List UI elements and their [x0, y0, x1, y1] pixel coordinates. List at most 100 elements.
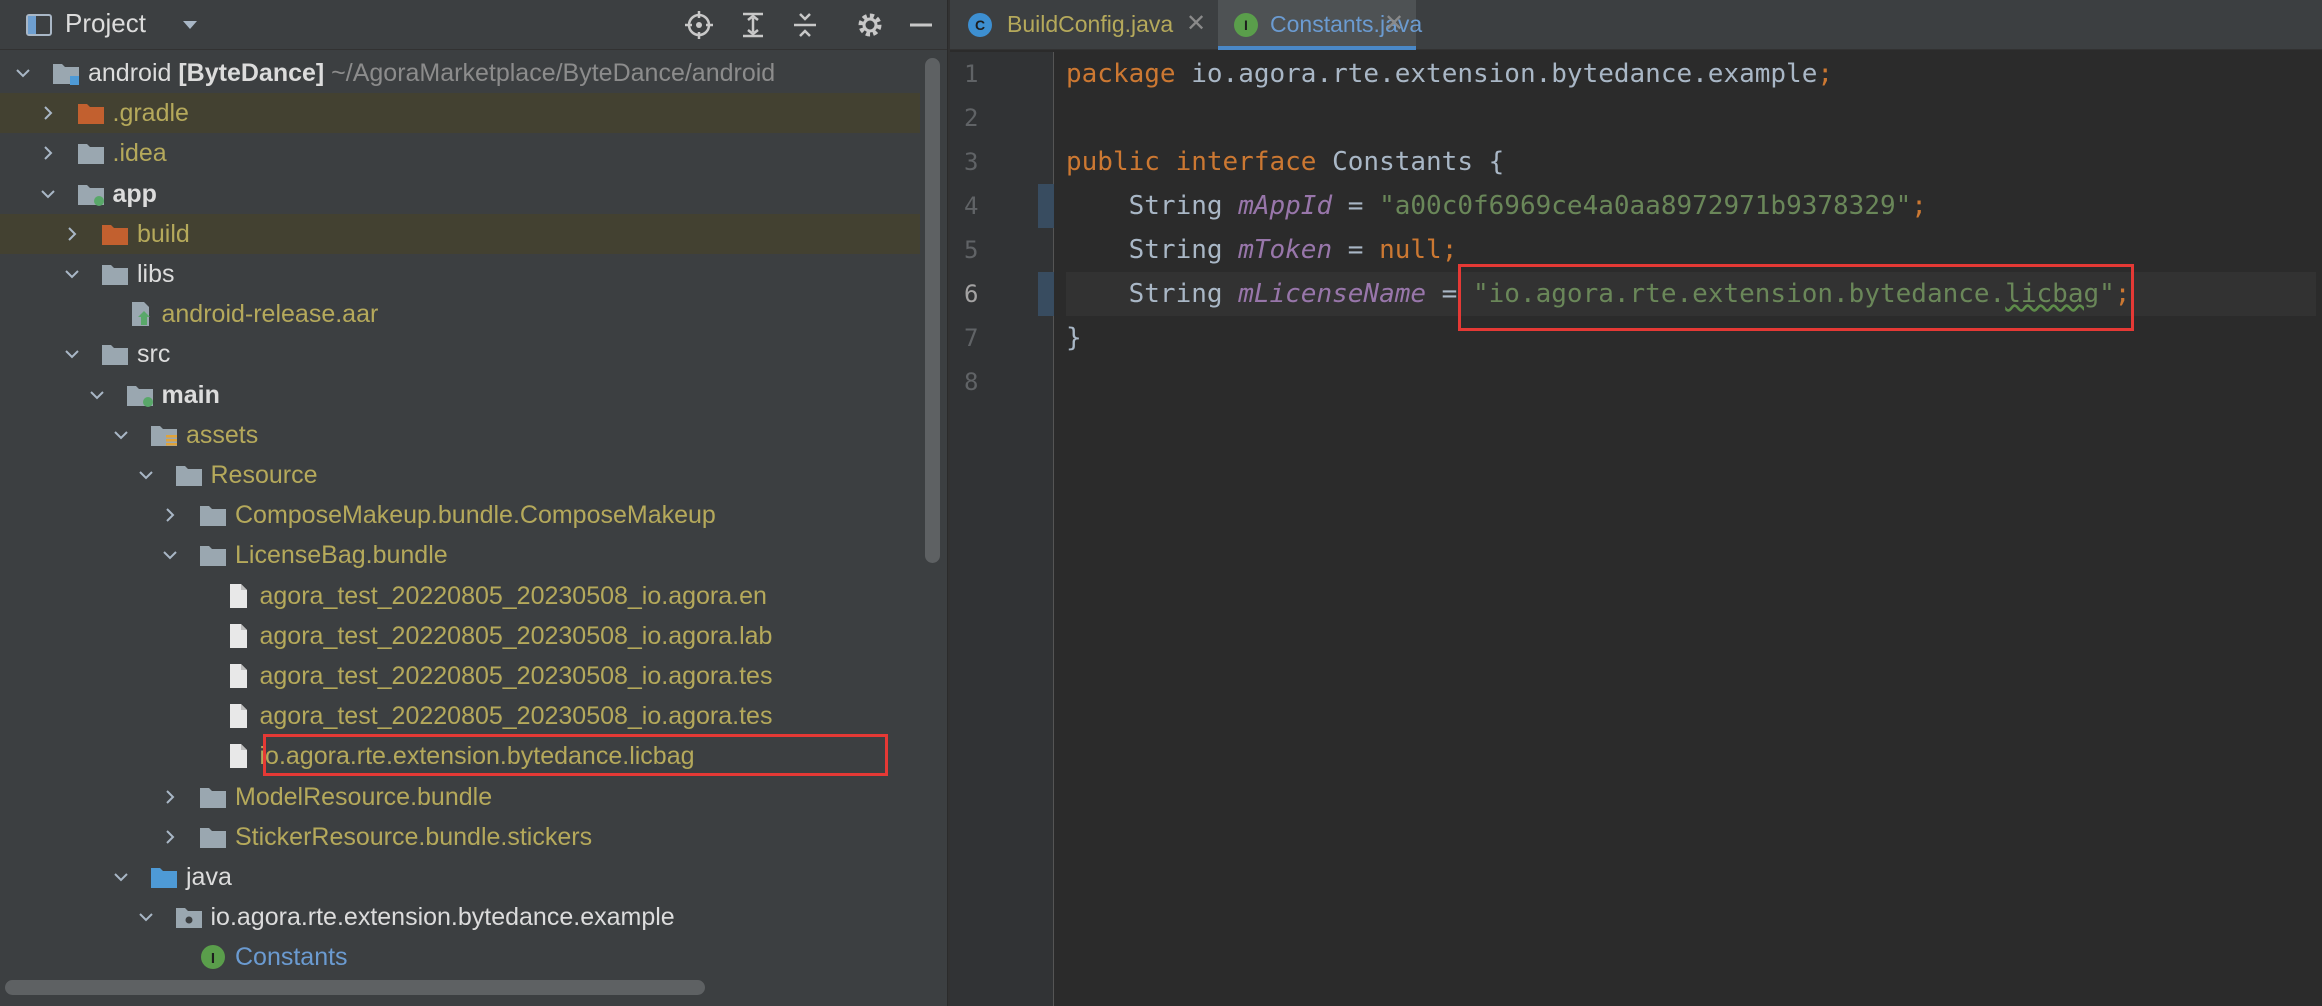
folder-icon: [200, 506, 226, 527]
code-token: null: [1379, 235, 1442, 265]
code-line: String mToken = null;: [1066, 228, 2316, 272]
tree-row[interactable]: src: [0, 334, 920, 374]
code-token: =: [1332, 235, 1380, 265]
file-icon: [229, 583, 247, 608]
chevron-down-icon[interactable]: [89, 387, 105, 403]
tree-row[interactable]: app: [0, 174, 920, 214]
tree-item-label: src: [137, 340, 171, 369]
chevron-right-icon[interactable]: [162, 507, 178, 523]
minimize-icon[interactable]: [906, 10, 936, 40]
svg-text:I: I: [1244, 17, 1248, 33]
excluded-folder-icon: [77, 104, 104, 125]
chevron-right-icon[interactable]: [40, 105, 56, 121]
tree-row[interactable]: ComposeMakeup.bundle.ComposeMakeup: [0, 495, 920, 535]
tree-row[interactable]: agora_test_20220805_20230508_io.agora.te…: [0, 656, 920, 696]
tree-row[interactable]: android [ByteDance] ~/AgoraMarketplace/B…: [0, 53, 920, 93]
chevron-down-icon[interactable]: [64, 346, 80, 362]
module-tag: [ByteDance]: [171, 59, 325, 87]
project-panel-icon[interactable]: [24, 10, 54, 40]
tree-item-label: agora_test_20220805_20230508_io.agora.te…: [259, 662, 773, 690]
folder-icon: [200, 546, 226, 567]
code-token: String: [1066, 191, 1239, 221]
collapse-all-icon[interactable]: [790, 10, 820, 40]
chevron-right-icon[interactable]: [162, 829, 178, 845]
tree-item-label: StickerResource.bundle.stickers: [235, 822, 593, 851]
code-token: mAppId: [1238, 191, 1333, 221]
tree-row[interactable]: StickerResource.bundle.stickers: [0, 817, 920, 857]
tree-row[interactable]: java: [0, 857, 920, 897]
chevron-down-icon[interactable]: [175, 10, 205, 40]
code-line: String mAppId = "a00c0f6969ce4a0aa897297…: [1066, 184, 2316, 228]
project-panel-title[interactable]: Project: [65, 8, 146, 39]
chevron-down-icon[interactable]: [113, 427, 129, 443]
excluded-folder-icon: [102, 224, 128, 245]
tab-buildconfig-java[interactable]: C BuildConfig.java ✕: [950, 0, 1218, 50]
chevron-down-icon[interactable]: [15, 65, 31, 81]
tree-item-label: Resource: [210, 461, 318, 489]
line-number: 1: [964, 60, 979, 88]
gear-icon[interactable]: [855, 10, 885, 40]
folder-icon: [200, 827, 226, 848]
code-token: =: [1332, 191, 1380, 221]
tree-item-label: android-release.aar: [161, 300, 379, 329]
folder-icon: [102, 345, 128, 366]
code-token: mToken: [1238, 235, 1333, 265]
tree-row[interactable]: ModelResource.bundle: [0, 777, 920, 817]
code-line: public interface Constants {: [1066, 140, 2316, 184]
line-number-gutter[interactable]: 1 2 3 4 5 6 7 8: [950, 52, 1054, 1006]
chevron-right-icon[interactable]: [162, 789, 178, 805]
chevron-right-icon[interactable]: [64, 226, 80, 242]
tree-row[interactable]: io.agora.rte.extension.bytedance.example: [0, 897, 920, 937]
tree-row[interactable]: agora_test_20220805_20230508_io.agora.en: [0, 576, 920, 616]
tree-row[interactable]: LicenseBag.bundle: [0, 535, 920, 575]
folder-icon: [200, 787, 226, 808]
tree-row[interactable]: agora_test_20220805_20230508_io.agora.la…: [0, 616, 920, 656]
code-line: String mLicenseName = "io.agora.rte.exte…: [1066, 272, 2316, 316]
chevron-down-icon[interactable]: [113, 869, 129, 885]
code-token: public interface: [1066, 147, 1333, 177]
line-number: 5: [964, 236, 979, 264]
tree-row[interactable]: .idea: [0, 133, 920, 173]
tree-row[interactable]: I Constants: [0, 937, 920, 977]
change-marker[interactable]: [1038, 184, 1054, 228]
tree-row[interactable]: android-release.aar: [0, 294, 920, 334]
svg-text:I: I: [211, 950, 215, 967]
code-token: ": [2099, 279, 2115, 309]
tree-item-label: io.agora.rte.extension.bytedance.licbag: [259, 742, 695, 771]
tree-item-label: agora_test_20220805_20230508_io.agora.en: [259, 581, 767, 610]
tree-row[interactable]: agora_test_20220805_20230508_io.agora.te…: [0, 696, 920, 736]
folder-icon: [77, 144, 104, 165]
chevron-down-icon[interactable]: [138, 467, 154, 483]
close-icon[interactable]: ✕: [1384, 0, 1404, 48]
resources-folder-icon: [151, 425, 177, 446]
tree-item-label: io.agora.rte.extension.bytedance.example: [210, 903, 675, 932]
tree-row[interactable]: libs: [0, 254, 920, 294]
code-token: "a00c0f6969ce4a0aa8972971b9378329": [1379, 191, 1912, 221]
change-marker[interactable]: [1038, 272, 1054, 316]
tree-row[interactable]: Resource: [0, 455, 920, 495]
code-editor: C BuildConfig.java ✕ I Constants.java ✕ …: [948, 0, 2322, 1006]
tree-row[interactable]: main: [0, 375, 920, 415]
chevron-right-icon[interactable]: [40, 145, 56, 161]
line-number: 2: [964, 104, 979, 132]
expand-all-icon[interactable]: [738, 10, 768, 40]
tree-row[interactable]: build: [0, 213, 920, 254]
class-icon: C: [968, 13, 992, 37]
code-token: String: [1066, 279, 1239, 309]
tab-constants-java[interactable]: I Constants.java ✕: [1218, 0, 1422, 50]
chevron-down-icon[interactable]: [138, 909, 154, 925]
close-icon[interactable]: ✕: [1186, 0, 1206, 48]
chevron-down-icon[interactable]: [162, 547, 178, 563]
folder-icon: [102, 265, 128, 285]
tree-horizontal-scrollbar[interactable]: [5, 980, 705, 995]
tree-row[interactable]: io.agora.rte.extension.bytedance.licbag: [0, 736, 920, 776]
line-number: 6: [964, 280, 979, 308]
chevron-down-icon[interactable]: [40, 186, 56, 202]
tree-vertical-scrollbar[interactable]: [925, 58, 940, 563]
tree-row[interactable]: .gradle: [0, 93, 920, 134]
tree-row[interactable]: assets: [0, 415, 920, 455]
project-panel: Project android [ByteDance] ~/AgoraMarke…: [0, 0, 947, 1006]
locate-file-icon[interactable]: [684, 10, 714, 40]
chevron-down-icon[interactable]: [64, 266, 80, 282]
